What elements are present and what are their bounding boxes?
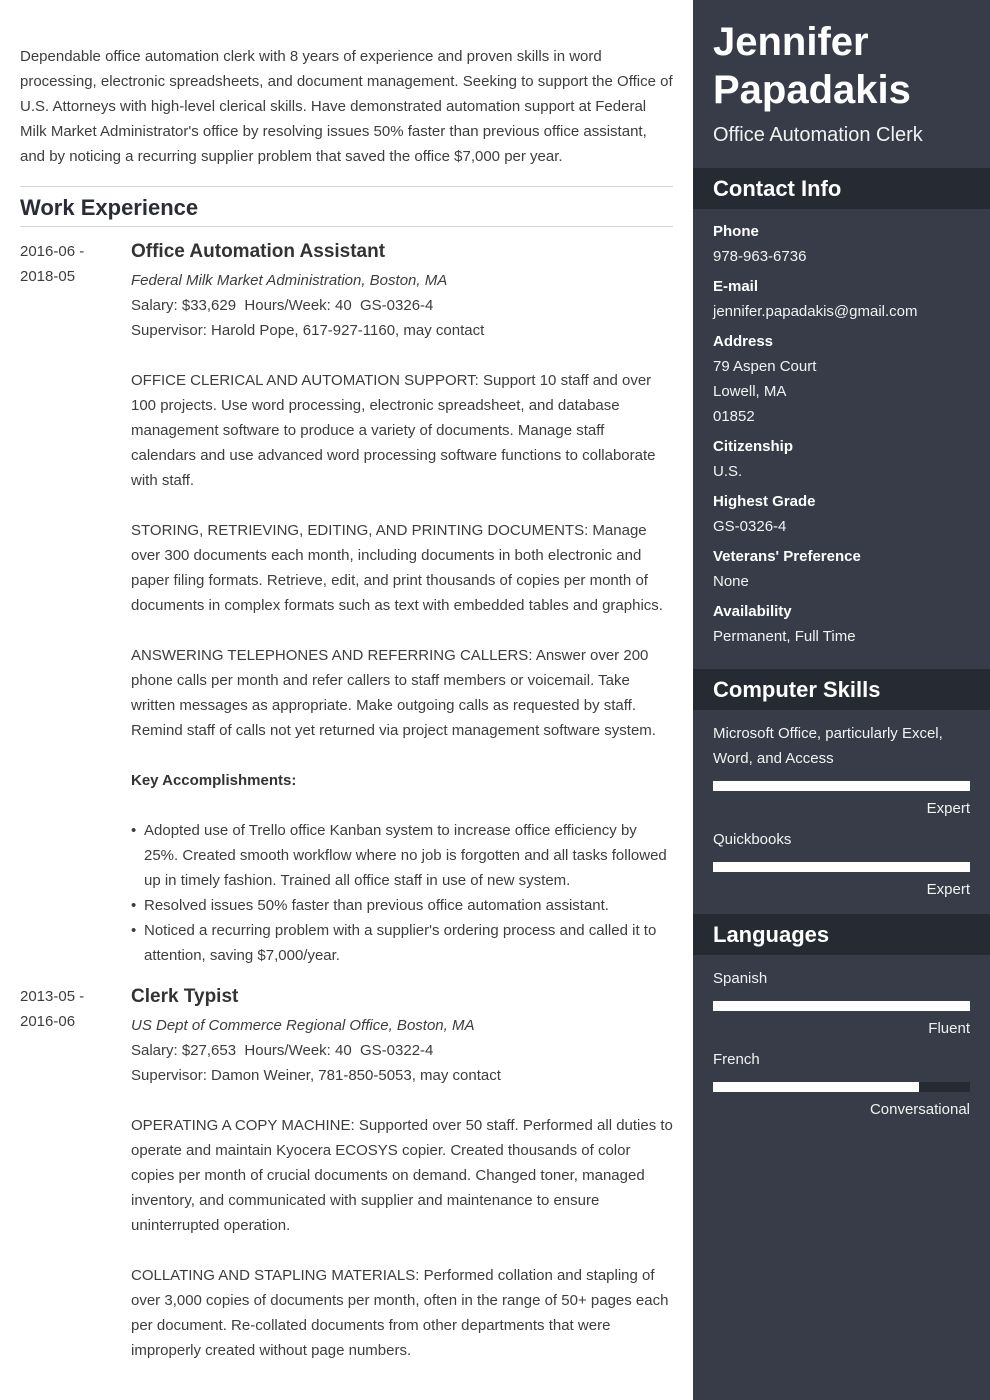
skill-name: Quickbooks (713, 831, 792, 848)
job-employer: Federal Milk Market Administration, Bost… (131, 272, 448, 289)
job-salary-line: Salary: $33,629 Hours/Week: 40 GS-0326-4 (131, 297, 434, 314)
sidebar: Jennifer Papadakis Office Automation Cle… (693, 0, 990, 1400)
first-name: Jennifer (713, 20, 869, 64)
job-date-start: 2016-06 - (20, 243, 85, 260)
job-dates: 2013-05 - 2016-06 (20, 984, 131, 1363)
language-level-label: Conversational (869, 1101, 970, 1118)
contact-info-header: Contact Info (693, 168, 990, 209)
email-value: jennifer.papadakis@gmail.com (713, 303, 918, 320)
summary-text: Dependable office automation clerk with … (20, 48, 673, 165)
skill-level-bar (713, 781, 970, 791)
address-line: 79 Aspen Court (713, 358, 817, 375)
job-date-end: 2018-05 (20, 268, 76, 285)
job-salary-line: Salary: $27,653 Hours/Week: 40 GS-0322-4 (131, 1042, 434, 1059)
language-level-label: Fluent (928, 1020, 970, 1037)
job-body: Clerk Typist US Dept of Commerce Regiona… (131, 984, 673, 1363)
language-level-bar-fill (713, 1001, 970, 1011)
computer-skills-header: Computer Skills (693, 669, 990, 710)
languages-list: Spanish Fluent French Conversational (693, 955, 990, 1122)
work-experience-title: Work Experience (20, 195, 199, 220)
skill-level-label: Expert (926, 800, 970, 817)
citizenship-label: Citizenship (713, 438, 794, 455)
job-entry: 2016-06 - 2018-05 Office Automation Assi… (20, 239, 673, 968)
skill-item: Quickbooks Expert (713, 827, 970, 902)
skill-level-bar-fill (713, 781, 970, 791)
skill-name: Microsoft Office, particularly Excel, Wo… (713, 725, 943, 767)
job-date-end: 2016-06 (20, 1013, 76, 1030)
accomplishment-item: Resolved issues 50% faster than previous… (131, 893, 673, 918)
citizenship-value: U.S. (713, 463, 743, 480)
job-employer: US Dept of Commerce Regional Office, Bos… (131, 1017, 475, 1034)
phone-label: Phone (713, 223, 759, 240)
job-entry: 2013-05 - 2016-06 Clerk Typist US Dept o… (20, 984, 673, 1363)
languages-header: Languages (693, 914, 990, 955)
job-duty-paragraph: OPERATING A COPY MACHINE: Supported over… (131, 1117, 673, 1234)
veterans-preference-label: Veterans' Preference (713, 548, 861, 565)
job-dates: 2016-06 - 2018-05 (20, 239, 131, 968)
language-level-bar-fill (713, 1082, 919, 1092)
availability-label: Availability (713, 603, 792, 620)
job-title: Clerk Typist (131, 986, 239, 1007)
main-content: Dependable office automation clerk with … (0, 0, 693, 1363)
highest-grade-label: Highest Grade (713, 493, 816, 510)
language-level-bar (713, 1001, 970, 1011)
address-line: Lowell, MA (713, 383, 787, 400)
contact-info: Phone 978-963-6736 E-mail jennifer.papad… (693, 209, 990, 649)
job-title: Office Automation Assistant (131, 241, 386, 262)
job-duty-paragraph: COLLATING AND STAPLING MATERIALS: Perfor… (131, 1267, 669, 1359)
job-duty-paragraph: OFFICE CLERICAL AND AUTOMATION SUPPORT: … (131, 372, 656, 489)
last-name: Papadakis (713, 68, 911, 112)
computer-skills-list: Microsoft Office, particularly Excel, Wo… (693, 710, 990, 902)
language-item: French Conversational (713, 1047, 970, 1122)
accomplishment-item: Adopted use of Trello office Kanban syst… (131, 818, 673, 893)
job-body: Office Automation Assistant Federal Milk… (131, 239, 673, 968)
job-duty-paragraph: ANSWERING TELEPHONES AND REFERRING CALLE… (131, 647, 656, 739)
accomplishment-item: Noticed a recurring problem with a suppl… (131, 918, 673, 968)
email-label: E-mail (713, 278, 759, 295)
job-role-title: Office Automation Clerk (713, 124, 923, 146)
language-item: Spanish Fluent (713, 966, 970, 1041)
language-name: French (713, 1051, 760, 1068)
availability-value: Permanent, Full Time (713, 628, 856, 645)
skill-item: Microsoft Office, particularly Excel, Wo… (713, 721, 970, 821)
skill-level-bar-fill (713, 862, 970, 872)
highest-grade-value: GS-0326-4 (713, 518, 787, 535)
address-line: 01852 (713, 408, 755, 425)
phone-value: 978-963-6736 (713, 248, 807, 265)
skill-level-bar (713, 862, 970, 872)
job-duty-paragraph: STORING, RETRIEVING, EDITING, AND PRINTI… (131, 522, 663, 614)
job-date-start: 2013-05 - (20, 988, 85, 1005)
veterans-preference-value: None (713, 573, 749, 590)
key-accomplishments-label: Key Accomplishments: (131, 772, 297, 789)
skill-level-label: Expert (926, 881, 970, 898)
job-supervisor: Supervisor: Damon Weiner, 781-850-5053, … (131, 1067, 501, 1084)
work-experience-header: Work Experience (20, 186, 673, 227)
job-supervisor: Supervisor: Harold Pope, 617-927-1160, m… (131, 322, 485, 339)
candidate-name: Jennifer Papadakis (693, 0, 990, 114)
language-level-bar (713, 1082, 970, 1092)
language-name: Spanish (713, 970, 768, 987)
address-label: Address (713, 333, 774, 350)
accomplishments-list: Adopted use of Trello office Kanban syst… (131, 818, 673, 968)
